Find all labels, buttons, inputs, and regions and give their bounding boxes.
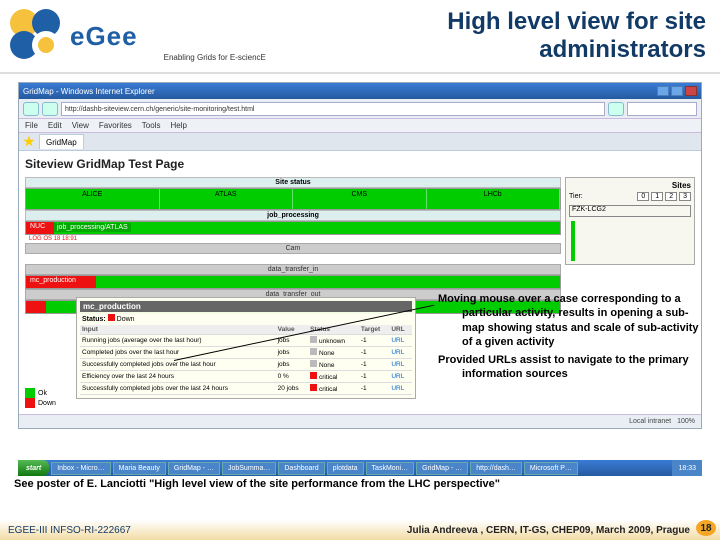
slide-header: eGee Enabling Grids for E-sciencE High l… (0, 0, 720, 74)
ie-tabstrip: GridMap (19, 133, 701, 151)
table-row: Efficiency over the last 24 hours0 % cri… (80, 371, 412, 383)
windows-taskbar: start Inbox - Micro… Maria Beauty GridMa… (18, 460, 702, 476)
intranet-label: Local intranet (629, 418, 671, 425)
forward-button[interactable] (42, 102, 58, 116)
tagline: Enabling Grids for E-sciencE (164, 53, 266, 62)
cam-header: Cam (25, 243, 561, 254)
search-box[interactable] (627, 102, 697, 116)
job-row[interactable]: NUC job_processing/ATLAS (25, 221, 561, 235)
menu-tools[interactable]: Tools (142, 121, 161, 130)
tier-0-button[interactable]: 0 (637, 192, 649, 201)
taskbar-item[interactable]: Maria Beauty (113, 462, 166, 475)
log-line: LOG OS 18 18:91 (25, 235, 561, 243)
site-status-header: Site status (25, 177, 561, 188)
callout-text: Moving mouse over a case corresponding t… (438, 292, 702, 386)
maximize-button[interactable] (671, 86, 683, 96)
taskbar-item[interactable]: http://dash… (470, 462, 522, 475)
footer-right: Julia Andreeva , CERN, IT-GS, CHEP09, Ma… (131, 525, 712, 536)
start-button[interactable]: start (18, 460, 49, 476)
menu-view[interactable]: View (72, 121, 89, 130)
taskbar-item[interactable]: Microsoft P… (524, 462, 578, 475)
back-button[interactable] (23, 102, 39, 116)
refresh-button[interactable] (608, 102, 624, 116)
ie-navbar: http://dashb-siteview.cern.ch/generic/si… (19, 99, 701, 119)
browser-tab[interactable]: GridMap (39, 134, 84, 149)
dt-in-red-cell[interactable]: mc_production (26, 276, 96, 288)
logo: eGee (0, 3, 148, 69)
job-red-cell[interactable]: NUC (26, 222, 54, 234)
tooltip-status: Status: Down (80, 312, 412, 325)
menu-edit[interactable]: Edit (48, 121, 62, 130)
tooltip-title: mc_production (80, 301, 412, 312)
tier-row: Tier: 0 1 2 3 (569, 192, 691, 201)
menu-help[interactable]: Help (170, 121, 186, 130)
footer-left: EGEE-III INFSO-RI-222667 (8, 525, 131, 536)
menu-favorites[interactable]: Favorites (99, 121, 132, 130)
site-select[interactable]: FZK-LCG2 (569, 205, 691, 217)
menu-file[interactable]: File (25, 121, 38, 130)
tooltip: mc_production Status: Down InputValueSta… (76, 297, 416, 399)
tooltip-table: InputValueStatusTargetURL Running jobs (… (80, 325, 412, 395)
table-row: Completed jobs over the last hourjobs No… (80, 347, 412, 359)
address-bar[interactable]: http://dashb-siteview.cern.ch/generic/si… (61, 102, 605, 116)
cell-cms[interactable]: CMS (293, 189, 427, 209)
poster-note: See poster of E. Lanciotti "High level v… (14, 478, 500, 490)
taskbar-item[interactable]: plotdata (327, 462, 364, 475)
table-row: Successfully completed jobs over the las… (80, 359, 412, 371)
dt-in-header: data_transfer_in (25, 264, 561, 275)
site-bar-icon (571, 221, 575, 261)
taskbar-item[interactable]: GridMap - … (416, 462, 468, 475)
window-title: GridMap - Windows Internet Explorer (23, 87, 155, 96)
sites-header: Sites (569, 181, 691, 190)
tier-3-button[interactable]: 3 (679, 192, 691, 201)
page-number: 18 (696, 520, 716, 536)
zoom-label: 100% (677, 418, 695, 425)
experiments-row[interactable]: ALICE ATLAS CMS LHCb (25, 188, 561, 210)
ie-statusbar: Local intranet 100% (19, 414, 701, 428)
slide-title: High level view for siteadministrators (266, 8, 720, 63)
cell-alice[interactable]: ALICE (26, 189, 160, 209)
cell-lhcb[interactable]: LHCb (427, 189, 561, 209)
close-button[interactable] (685, 86, 697, 96)
taskbar-item[interactable]: TaskMoni… (366, 462, 415, 475)
egee-logo-icon (10, 9, 64, 63)
job-processing-header: job_processing (25, 210, 561, 221)
ie-titlebar: GridMap - Windows Internet Explorer (19, 83, 701, 99)
clock: 18:33 (678, 465, 696, 472)
system-tray: 18:33 (672, 460, 702, 476)
dt-out-red-cell[interactable] (26, 301, 46, 313)
table-row: Successfully completed jobs over the las… (80, 383, 412, 395)
minimize-button[interactable] (657, 86, 669, 96)
taskbar-item[interactable]: Dashboard (278, 462, 324, 475)
taskbar-item[interactable]: GridMap - … (168, 462, 220, 475)
ie-menubar: File Edit View Favorites Tools Help (19, 119, 701, 133)
slide-footer: EGEE-III INFSO-RI-222667 Julia Andreeva … (0, 520, 720, 540)
dt-in-row[interactable]: mc_production (25, 275, 561, 289)
logo-text: eGee (70, 21, 138, 52)
tier-1-button[interactable]: 1 (651, 192, 663, 201)
tier-2-button[interactable]: 2 (665, 192, 677, 201)
page-title: Siteview GridMap Test Page (25, 157, 695, 171)
cell-atlas[interactable]: ATLAS (160, 189, 294, 209)
taskbar-item[interactable]: JobSumma… (222, 462, 276, 475)
favorites-icon[interactable] (23, 136, 35, 148)
taskbar-item[interactable]: Inbox - Micro… (51, 462, 110, 475)
job-row-label: job_processing/ATLAS (54, 223, 131, 232)
